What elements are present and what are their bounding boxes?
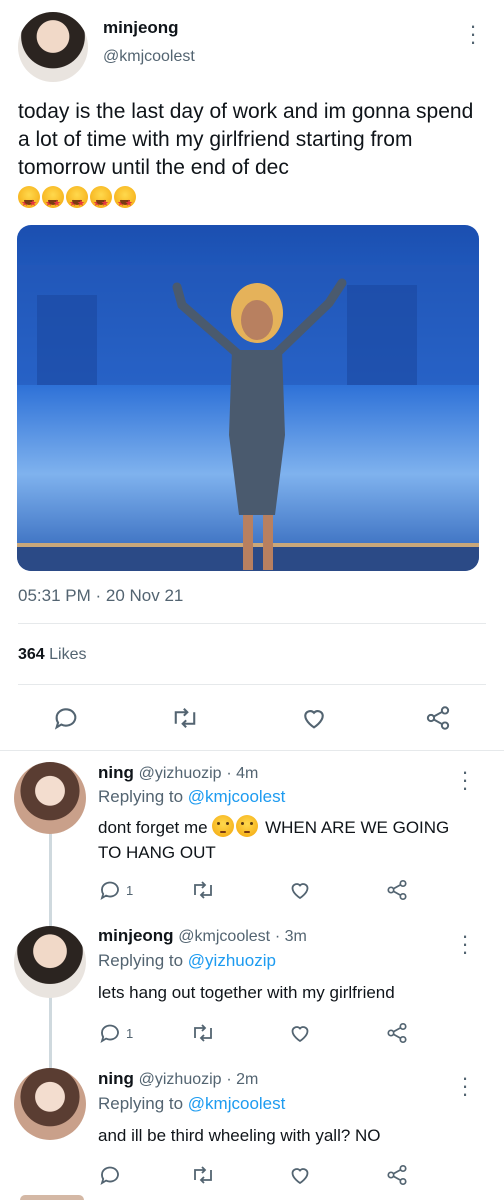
star-struck-emoji-icon <box>42 186 64 217</box>
divider <box>18 684 486 685</box>
reply-icon[interactable] <box>98 1163 122 1187</box>
share-icon[interactable] <box>385 878 409 902</box>
reply-avatar[interactable] <box>14 926 86 998</box>
reply-icon[interactable] <box>52 704 80 732</box>
retweet-icon[interactable] <box>170 704 200 732</box>
reply-avatar[interactable] <box>14 1068 86 1140</box>
retweet-icon[interactable] <box>190 1163 216 1187</box>
reply-text: and ill be third wheeling with yall? NO <box>98 1126 381 1145</box>
reply-text: lets hang out together with my girlfrien… <box>98 983 395 1002</box>
reply-header: ning @yizhuozip · 4m <box>98 763 258 783</box>
reply-text-before: dont forget me <box>98 818 208 837</box>
reply-header: minjeong @kmjcoolest · 3m <box>98 926 307 946</box>
more-options-icon[interactable]: · · · <box>458 761 472 799</box>
star-struck-emoji-icon <box>114 186 136 217</box>
emoji-row <box>18 184 488 217</box>
likes-count: 364 <box>18 646 45 663</box>
reply-icon[interactable]: 1 <box>98 878 133 902</box>
tweet-text: today is the last day of work and im gon… <box>18 98 488 217</box>
more-options-icon[interactable]: · · · <box>458 925 472 963</box>
reply-time: · 4m <box>226 765 259 782</box>
star-struck-emoji-icon <box>90 186 112 217</box>
replying-prefix: Replying to <box>98 787 184 806</box>
replying-prefix: Replying to <box>98 1094 184 1113</box>
like-icon[interactable] <box>300 704 328 732</box>
share-icon[interactable] <box>385 1163 409 1187</box>
reply-avatar[interactable] <box>14 762 86 834</box>
star-struck-emoji-icon <box>66 186 88 217</box>
tweet-body: today is the last day of work and im gon… <box>18 100 474 179</box>
replying-to-handle[interactable]: @kmjcoolest <box>188 1094 286 1113</box>
next-reply-avatar-peek <box>20 1195 84 1200</box>
reply-time: · 2m <box>226 1071 259 1088</box>
flushed-emoji-icon <box>236 815 259 837</box>
retweet-icon[interactable] <box>190 1021 216 1045</box>
replying-to-handle[interactable]: @yizhuozip <box>188 951 276 970</box>
like-icon[interactable] <box>288 878 312 902</box>
share-icon[interactable] <box>424 704 452 732</box>
reply-author-name[interactable]: ning <box>98 763 134 782</box>
replying-prefix: Replying to <box>98 951 184 970</box>
reply-count: 1 <box>126 882 134 898</box>
reply-count: 1 <box>126 1025 134 1041</box>
author-avatar[interactable] <box>18 12 88 82</box>
divider <box>18 623 486 624</box>
reply-author-name[interactable]: ning <box>98 1069 134 1088</box>
reply-author-name[interactable]: minjeong <box>98 926 174 945</box>
reply-author-handle[interactable]: @yizhuozip <box>139 1071 222 1088</box>
retweet-icon[interactable] <box>190 878 216 902</box>
reply-text: dont forget me WHEN ARE WE GOING TO HANG… <box>98 815 468 865</box>
author-name[interactable]: minjeong <box>103 18 179 38</box>
replying-to-handle[interactable]: @kmjcoolest <box>188 787 286 806</box>
reply-time: · 3m <box>274 928 307 945</box>
like-icon[interactable] <box>288 1021 312 1045</box>
replying-to: Replying to @kmjcoolest <box>98 1094 285 1114</box>
like-icon[interactable] <box>288 1163 312 1187</box>
section-divider <box>0 750 504 751</box>
reply-header: ning @yizhuozip · 2m <box>98 1069 258 1089</box>
likes-label: Likes <box>49 646 87 663</box>
reply-author-handle[interactable]: @yizhuozip <box>139 765 222 782</box>
replying-to: Replying to @yizhuozip <box>98 951 276 971</box>
reply-icon[interactable]: 1 <box>98 1021 133 1045</box>
flushed-emoji-icon <box>212 815 235 837</box>
author-handle[interactable]: @kmjcoolest <box>103 48 195 66</box>
tweet-timestamp[interactable]: 05:31 PM · 20 Nov 21 <box>18 586 183 606</box>
star-struck-emoji-icon <box>18 186 40 217</box>
reply-author-handle[interactable]: @kmjcoolest <box>178 928 270 945</box>
more-options-icon[interactable]: · · · <box>458 1067 472 1105</box>
more-options-icon[interactable]: · · · <box>466 15 480 53</box>
media-illustration <box>17 265 479 571</box>
replying-to: Replying to @kmjcoolest <box>98 787 285 807</box>
likes-stat[interactable]: 364 Likes <box>18 646 87 664</box>
tweet-media-image[interactable] <box>17 225 479 571</box>
share-icon[interactable] <box>385 1021 409 1045</box>
